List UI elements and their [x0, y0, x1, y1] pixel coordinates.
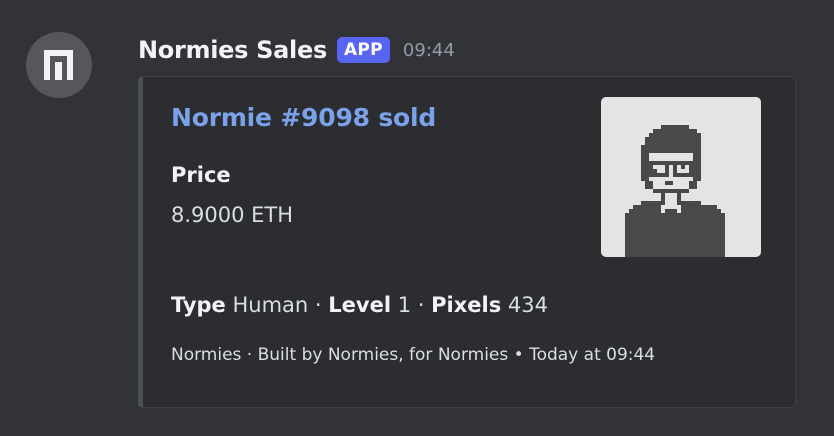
- pixels-label: Pixels: [431, 293, 502, 317]
- footer-timestamp: Today at 09:44: [529, 345, 656, 365]
- embed-footer: Normies · Built by Normies, for Normies …: [171, 345, 655, 365]
- message-header: Normies Sales APP 09:44: [138, 31, 455, 69]
- separator: ·: [308, 293, 329, 317]
- level-label: Level: [328, 293, 392, 317]
- thumbnail-image[interactable]: [601, 97, 761, 257]
- username[interactable]: Normies Sales: [138, 36, 327, 64]
- embed-card: Normie #9098 sold Price 8.9000 ETH Type …: [138, 76, 796, 408]
- level-value: 1: [397, 293, 412, 317]
- chat-message: Normies Sales APP 09:44 Normie #9098 sol…: [0, 0, 834, 436]
- message-timestamp[interactable]: 09:44: [403, 40, 455, 61]
- footer-text: Normies · Built by Normies, for Normies: [171, 345, 509, 365]
- price-field-value: 8.9000 ETH: [171, 203, 294, 227]
- avatar[interactable]: [26, 32, 92, 98]
- type-label: Type: [171, 293, 226, 317]
- embed-title-link[interactable]: Normie #9098 sold: [171, 103, 436, 132]
- pixels-value: 434: [507, 293, 548, 317]
- embed-description: Type Human · Level 1 · Pixels 434: [171, 293, 548, 317]
- normies-logo-icon: [44, 50, 73, 80]
- type-value: Human: [232, 293, 309, 317]
- separator: ·: [411, 293, 432, 317]
- pixel-portrait-image: [625, 125, 725, 257]
- app-badge: APP: [336, 37, 390, 63]
- price-field-name: Price: [171, 163, 231, 187]
- footer-separator: •: [513, 345, 524, 365]
